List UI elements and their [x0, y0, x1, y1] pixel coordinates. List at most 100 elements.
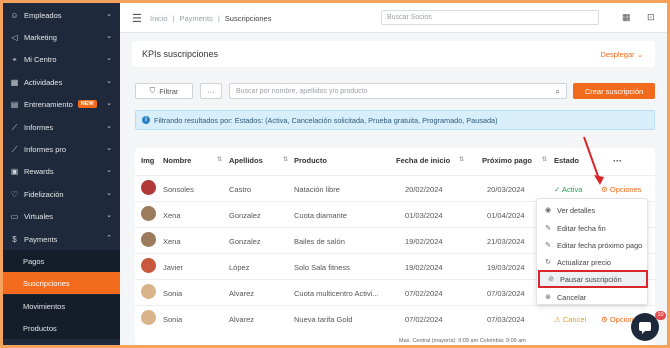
kpi-title: KPIs suscripciones: [142, 49, 219, 59]
breadcrumb-separator: |: [217, 14, 220, 23]
chevron-down-icon: ⌄: [106, 212, 112, 219]
grid-icon: ▦: [10, 77, 19, 87]
sidebar-item-payments[interactable]: $ Payments ⌃: [3, 228, 120, 250]
sidebar-subitem-label: Movimientos: [23, 301, 66, 311]
subscription-search-input[interactable]: Buscar por nombre, apellidos y/o product…: [229, 83, 567, 99]
sidebar-item-virtuales[interactable]: ▭ Virtuales ⌄: [3, 205, 120, 227]
avatar: [141, 284, 156, 299]
cell-proximo-pago: 19/03/2024: [487, 263, 525, 272]
breadcrumb: Inicio | Payments | Suscripciones: [150, 14, 271, 23]
avatar: [141, 258, 156, 273]
menu-toggle-icon[interactable]: ☰: [132, 12, 142, 25]
filter-label: Filtrar: [159, 86, 179, 96]
sidebar-item-label: Informes pro: [24, 144, 67, 154]
cell-fecha-inicio: 01/03/2024: [405, 211, 443, 220]
cell-proximo-pago: 07/03/2024: [487, 289, 525, 298]
breadcrumb-payments[interactable]: Payments: [179, 14, 212, 23]
kpi-card: KPIs suscripciones Desplegar ⌄: [132, 41, 655, 67]
heart-icon: ♡: [10, 189, 19, 199]
header-proximo-pago[interactable]: Próximo pago: [482, 156, 532, 165]
cell-fecha-inicio: 19/02/2024: [405, 237, 443, 246]
sort-icon[interactable]: ⇅: [217, 156, 222, 163]
chevron-down-icon: ⌄: [636, 50, 643, 59]
sort-icon[interactable]: ⇅: [459, 156, 464, 163]
sidebar-item-informes-pro[interactable]: ⟋ Informes pro ⌄: [3, 138, 120, 160]
sidebar-item-label: Rewards: [24, 166, 54, 176]
warning-icon: ⚠: [554, 315, 561, 324]
sidebar-subitem-label: Suscripciones: [23, 278, 70, 288]
status-badge: ⚠ Cancel: [554, 315, 586, 324]
filter-button[interactable]: ⛉ Filtrar: [135, 83, 193, 99]
menu-item-label: Editar fecha fin: [557, 223, 606, 233]
filter-icon: ⛉: [149, 86, 156, 95]
search-icon: ⌕: [555, 87, 560, 96]
more-actions-button[interactable]: ···: [200, 83, 222, 99]
sidebar-item-marketing[interactable]: ◁ Marketing ⌄: [3, 26, 120, 48]
menu-item-edit-end-date[interactable]: ✎ Editar fecha fin: [537, 219, 649, 237]
sidebar-subitem-pagos[interactable]: Pagos: [3, 250, 120, 272]
pencil-icon: ✎: [545, 242, 551, 249]
header-actions[interactable]: ···: [613, 156, 622, 166]
sidebar-item-label: Empleados: [24, 10, 62, 20]
header-producto[interactable]: Producto: [294, 156, 327, 165]
cell-apellidos: Gonzalez: [229, 237, 261, 246]
row-options-button[interactable]: ⚙ Opcion: [601, 315, 634, 324]
breadcrumb-separator: |: [172, 14, 175, 23]
menu-item-pause-subscription[interactable]: ⊘ Pausar suscripción: [538, 270, 648, 288]
sidebar-item-entrenamiento[interactable]: ▤ Entrenamiento NEW ⌄: [3, 93, 120, 115]
breadcrumb-inicio[interactable]: Inicio: [150, 14, 168, 23]
header-nombre[interactable]: Nombre: [163, 156, 191, 165]
header-fecha-inicio[interactable]: Fecha de inicio: [396, 156, 450, 165]
cell-apellidos: Alvarez: [229, 289, 255, 298]
options-label: Opciones: [609, 185, 642, 194]
menu-item-view-details[interactable]: ◉ Ver detalles: [537, 201, 649, 219]
sidebar-subitem-movimientos[interactable]: Movimientos: [3, 295, 120, 317]
kpi-expand-label: Desplegar: [600, 50, 635, 59]
avatar: [141, 180, 156, 195]
sidebar-subitem-suscripciones[interactable]: Suscripciones: [3, 272, 120, 294]
status-label: Cancel: [562, 315, 587, 324]
sidebar-subitem-productos[interactable]: Productos: [3, 317, 120, 339]
chevron-down-icon: ⌄: [106, 78, 112, 85]
sidebar-item-rewards[interactable]: ▣ Rewards ⌄: [3, 160, 120, 182]
sidebar-item-label: Virtuales: [24, 211, 54, 221]
cell-proximo-pago: 21/03/2024: [487, 237, 525, 246]
cell-producto: Solo Sala fitness: [294, 263, 350, 272]
table-row[interactable]: Sonia Alvarez Nueva tarifa Gold 07/02/20…: [135, 305, 655, 331]
avatar: [141, 310, 156, 325]
annotation-arrow: [583, 136, 604, 185]
top-bar: ☰ Inicio | Payments | Suscripciones Buscar S…: [120, 3, 667, 33]
create-subscription-button[interactable]: Crear suscripción: [573, 83, 655, 99]
chart-icon: ⟋: [11, 122, 18, 132]
menu-item-label: Actualizar precio: [557, 257, 611, 267]
member-search-input[interactable]: Buscar Socios: [381, 10, 599, 25]
sidebar-item-fidelizacion[interactable]: ♡ Fidelización ⌄: [3, 183, 120, 205]
cell-nombre: Sonia: [163, 289, 183, 298]
avatar: [141, 232, 156, 247]
menu-item-update-price[interactable]: ↻ Actualizar precio: [537, 253, 649, 271]
pencil-icon: ✎: [545, 225, 551, 232]
calendar-icon[interactable]: ▦: [622, 12, 631, 23]
chevron-down-icon: ⌄: [106, 190, 112, 197]
sort-icon[interactable]: ⇅: [283, 156, 288, 163]
header-apellidos[interactable]: Apellidos: [229, 156, 263, 165]
cell-proximo-pago: 20/03/2024: [487, 185, 525, 194]
sidebar-item-mi-centro[interactable]: ⌖ Mi Centro ⌄: [3, 48, 120, 70]
menu-item-edit-next-payment[interactable]: ✎ Editar fecha próximo pago: [537, 236, 649, 254]
row-options-menu: ◉ Ver detalles ✎ Editar fecha fin ✎ Edit…: [536, 198, 648, 305]
gear-icon: ⚙: [601, 315, 608, 324]
menu-item-cancel[interactable]: ⊗ Cancelar: [537, 288, 649, 306]
lock-icon[interactable]: ⊡: [647, 12, 655, 23]
header-estado[interactable]: Estado: [554, 156, 579, 165]
sidebar-item-actividades[interactable]: ▦ Actividades ⌄: [3, 71, 120, 93]
kpi-expand-link[interactable]: Desplegar ⌄: [600, 50, 643, 59]
video-icon: ▭: [10, 211, 19, 221]
sort-icon[interactable]: ⇅: [542, 156, 547, 163]
sidebar-subitem-label: Pagos: [23, 256, 45, 266]
chevron-down-icon: ⌄: [106, 167, 112, 174]
sidebar-item-informes[interactable]: ⟋ Informes ⌄: [3, 116, 120, 138]
header-label: Próximo pago: [482, 156, 533, 165]
sidebar-item-empleados[interactable]: ☺ Empleados ⌄: [3, 4, 120, 26]
sidebar-item-label: Fidelización: [24, 189, 64, 199]
training-icon: ▤: [10, 99, 19, 109]
